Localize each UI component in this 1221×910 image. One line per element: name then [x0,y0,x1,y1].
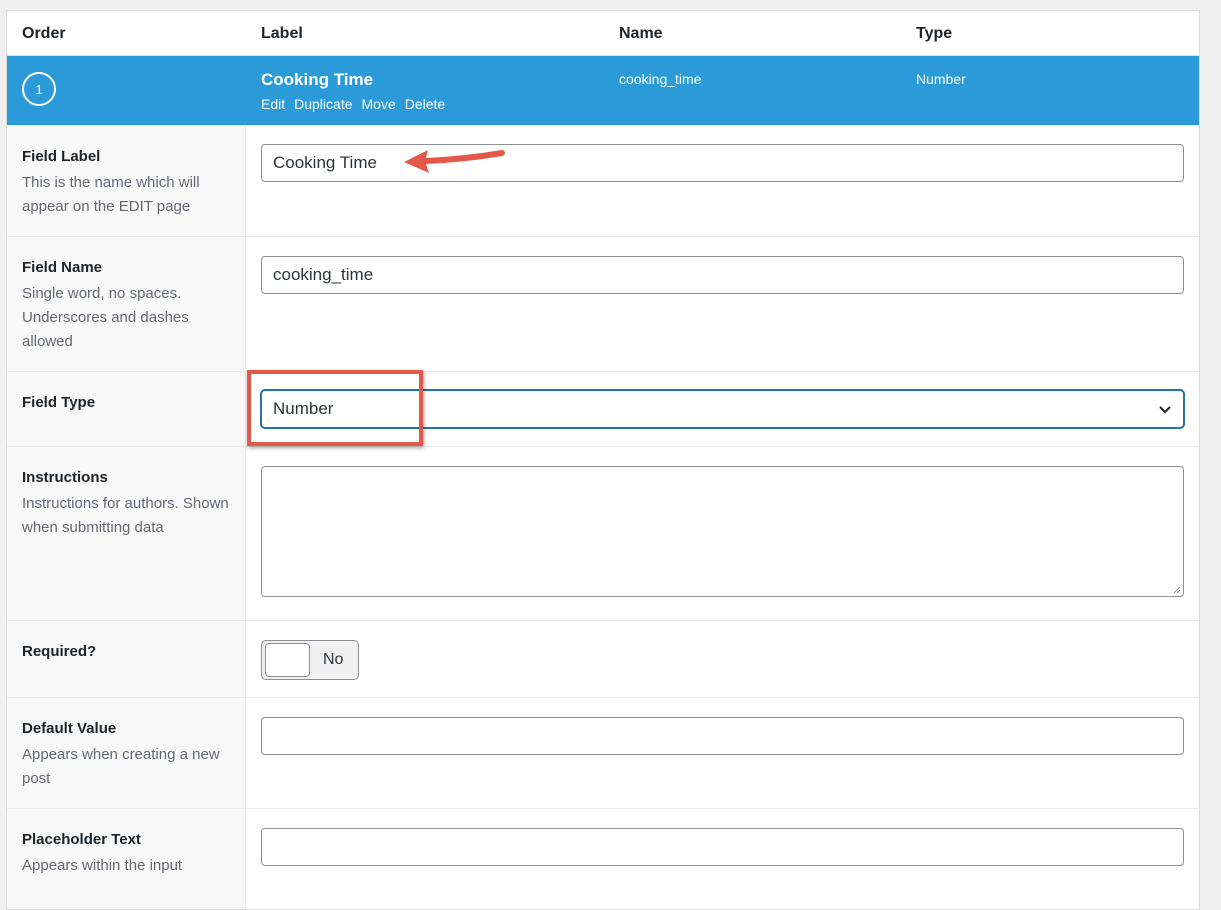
default-value-title: Default Value [22,720,117,737]
fields-table-header: Order Label Name Type [7,11,1199,56]
move-link[interactable]: Move [362,96,396,112]
field-row-label[interactable]: Cooking Time [261,70,373,90]
delete-link[interactable]: Delete [405,96,445,112]
field-name-input[interactable]: cooking_time [261,256,1184,294]
order-handle[interactable]: 1 [22,72,56,106]
default-value-input[interactable] [261,717,1184,755]
setting-placeholder-text: Placeholder Text Appears within the inpu… [7,808,1199,909]
default-value-description: Appears when creating a new post [22,746,220,787]
required-toggle-text: No [323,651,344,668]
field-group-panel: Order Label Name Type 1 Cooking Time Edi… [6,10,1200,910]
setting-field-type: Field Type Number [7,371,1199,446]
placeholder-text-title: Placeholder Text [22,831,141,848]
field-name-description: Single word, no spaces. Underscores and … [22,285,189,350]
field-row-type: Number [916,71,966,87]
instructions-title: Instructions [22,469,108,486]
edit-link[interactable]: Edit [261,96,285,112]
header-order: Order [22,25,66,42]
row-actions: Edit Duplicate Move Delete [261,96,445,112]
header-label: Label [261,25,303,42]
header-type: Type [916,25,953,42]
setting-instructions: Instructions Instructions for authors. S… [7,446,1199,620]
instructions-textarea[interactable] [261,466,1184,597]
field-type-select[interactable]: Number [261,390,1184,428]
field-label-description: This is the name which will appear on th… [22,174,200,215]
setting-field-label: Field Label This is the name which will … [7,125,1199,236]
duplicate-link[interactable]: Duplicate [294,96,352,112]
field-row-active[interactable]: 1 Cooking Time Edit Duplicate Move Delet… [7,56,1199,125]
field-row-name: cooking_time [619,71,702,87]
placeholder-text-input[interactable] [261,828,1184,866]
toggle-knob [265,643,310,677]
required-toggle[interactable]: No [261,640,359,680]
instructions-description: Instructions for authors. Shown when sub… [22,495,229,536]
resize-handle-icon[interactable] [1171,584,1181,594]
field-name-title: Field Name [22,259,103,276]
field-label-title: Field Label [22,148,101,165]
header-name: Name [619,25,663,42]
setting-required: Required? No [7,620,1199,697]
required-title: Required? [22,643,97,660]
field-type-selected-value: Number [273,399,334,418]
field-label-input[interactable]: Cooking Time [261,144,1184,182]
chevron-down-icon [1159,406,1171,414]
field-type-title: Field Type [22,394,96,411]
placeholder-text-description: Appears within the input [22,857,183,874]
setting-default-value: Default Value Appears when creating a ne… [7,697,1199,808]
setting-field-name: Field Name Single word, no spaces. Under… [7,236,1199,371]
